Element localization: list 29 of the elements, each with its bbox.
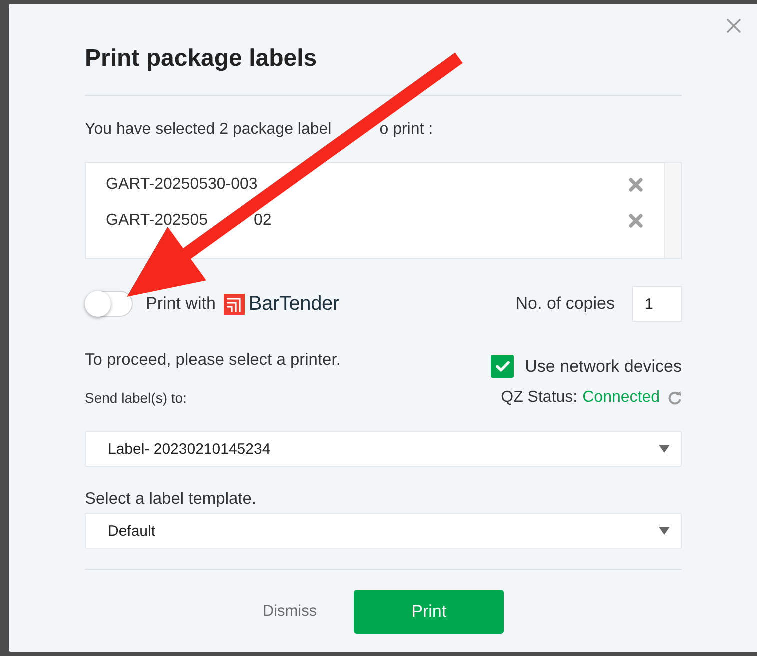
- dialog-title: Print package labels: [85, 45, 318, 73]
- label-name: GART-202505: [106, 211, 208, 231]
- close-icon[interactable]: [727, 19, 741, 33]
- status-value: Connected: [582, 388, 660, 408]
- caret-icon: [659, 445, 670, 453]
- printer-select[interactable]: Label- 20230210145234: [85, 431, 682, 467]
- summary-text: You have selected 2 package label: [85, 120, 332, 140]
- caret-icon: [659, 527, 670, 535]
- template-select[interactable]: Default: [85, 513, 682, 549]
- x-icon[interactable]: [629, 178, 643, 192]
- toggle-label: Print with: [146, 294, 216, 314]
- dismiss-button[interactable]: Dismiss: [262, 602, 318, 622]
- summary-text: o print :: [380, 120, 434, 140]
- check-icon: [496, 361, 510, 372]
- send-to-label: Send label(s) to:: [85, 389, 187, 407]
- x-icon[interactable]: [629, 214, 643, 228]
- label-name: GART-20250530-003: [106, 175, 258, 195]
- brand-name: BarTender: [248, 292, 340, 316]
- copies-label: No. of copies: [516, 294, 615, 314]
- copies-input[interactable]: 1: [632, 286, 682, 322]
- template-prompt: Select a label template.: [85, 489, 257, 509]
- toggle-switch[interactable]: [85, 291, 133, 317]
- checkbox-label: Use network devices: [525, 356, 682, 378]
- refresh-icon[interactable]: [668, 391, 682, 405]
- label-name: 02: [254, 211, 272, 231]
- network-devices-checkbox[interactable]: [491, 355, 514, 378]
- logo-icon: [224, 294, 245, 314]
- printer-prompt: To proceed, please select a printer.: [85, 350, 341, 370]
- status-label: QZ Status:: [501, 388, 578, 408]
